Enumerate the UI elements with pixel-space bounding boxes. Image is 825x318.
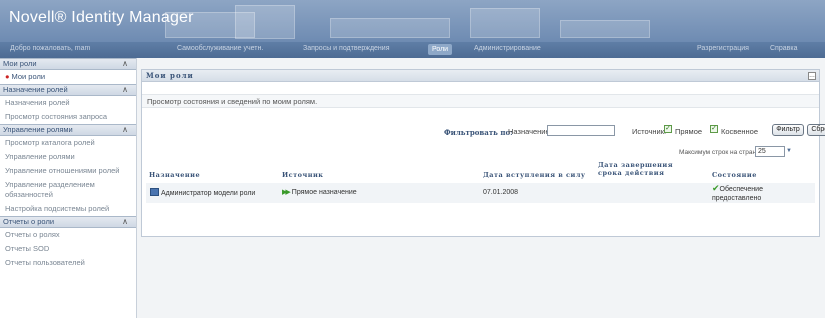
my-roles-panel: Мои роли … Просмотр состояния и сведений… bbox=[141, 69, 825, 237]
collapse-icon[interactable]: ∧ bbox=[122, 59, 128, 69]
panel-title: Мои роли bbox=[142, 70, 819, 82]
column-header-assignment[interactable]: Назначение bbox=[149, 171, 200, 179]
role-icon bbox=[150, 188, 159, 196]
direct-label: Прямое bbox=[675, 127, 703, 136]
assignment-name[interactable]: Администратор модели роли bbox=[161, 190, 255, 197]
section-title: Управление ролями bbox=[3, 125, 73, 134]
sidebar-item-role-reports[interactable]: Отчеты о ролях bbox=[0, 228, 136, 242]
status-cell: ✔Обеспечение предоставлено bbox=[712, 184, 812, 203]
assignment-cell[interactable]: Администратор модели роли bbox=[150, 188, 255, 198]
sidebar-section-role-management[interactable]: Управление ролями ∧ bbox=[0, 124, 136, 136]
collapse-icon[interactable]: ∧ bbox=[122, 125, 128, 135]
direct-checkbox[interactable]: ✓ bbox=[664, 125, 672, 133]
sidebar-section-my-roles[interactable]: Мои роли ∧ bbox=[0, 58, 136, 70]
panel-description: Просмотр состояния и сведений по моим ро… bbox=[142, 94, 819, 108]
indirect-checkbox[interactable]: ✓ bbox=[710, 125, 718, 133]
banner-decoration bbox=[560, 20, 650, 38]
max-rows-select[interactable]: 25 ▼ bbox=[755, 146, 792, 157]
tab-requests[interactable]: Запросы и подтверждения bbox=[303, 45, 390, 52]
welcome-text: Добро пожаловать, mam bbox=[10, 45, 91, 52]
indirect-label: Косвенное bbox=[721, 127, 758, 136]
sidebar: Мои роли ∧ ● Мои роли Назначение ролей ∧ … bbox=[0, 58, 137, 318]
chevron-down-icon[interactable]: ▼ bbox=[786, 147, 796, 156]
sidebar-item-role-assignments[interactable]: Назначения ролей bbox=[0, 96, 136, 110]
effective-date-cell: 07.01.2008 bbox=[483, 189, 519, 196]
max-rows-label: Максимум строк на странице bbox=[679, 149, 767, 156]
check-icon: ✔ bbox=[712, 183, 720, 193]
banner-decoration bbox=[235, 5, 295, 39]
column-header-status[interactable]: Состояние bbox=[712, 171, 757, 179]
sidebar-item-user-reports[interactable]: Отчеты пользователей bbox=[0, 256, 136, 270]
tab-self-service[interactable]: Самообслуживание учетн. bbox=[177, 45, 263, 52]
section-title: Назначение ролей bbox=[3, 85, 68, 94]
sidebar-item-sod[interactable]: Управление разделением обязанностей bbox=[0, 178, 136, 202]
sidebar-item-sod-reports[interactable]: Отчеты SOD bbox=[0, 242, 136, 256]
filter-button[interactable]: Фильтр bbox=[772, 124, 804, 136]
sidebar-item-label: Мои роли bbox=[11, 72, 46, 81]
direct-arrow-icon: ▶▶ bbox=[282, 189, 291, 196]
sidebar-item-manage-roles[interactable]: Управление ролями bbox=[0, 150, 136, 164]
sidebar-section-role-reports[interactable]: Отчеты о роли ∧ bbox=[0, 216, 136, 228]
panel-menu-icon[interactable]: … bbox=[808, 72, 816, 80]
filter-label: Фильтровать по: bbox=[444, 128, 513, 137]
logout-link[interactable]: Разрегистрация bbox=[697, 45, 749, 52]
banner-decoration bbox=[470, 8, 540, 38]
section-title: Мои роли bbox=[3, 59, 37, 68]
column-header-effective-date[interactable]: Дата вступления в силу bbox=[483, 171, 586, 179]
column-header-expiration-date[interactable]: Дата завершения срока действия bbox=[598, 161, 686, 177]
status-value: Обеспечение предоставлено bbox=[712, 186, 763, 202]
destination-label: Назначение bbox=[508, 127, 550, 136]
tab-administration[interactable]: Администрирование bbox=[474, 45, 541, 52]
bullet-icon: ● bbox=[5, 72, 10, 81]
table-row: Администратор модели роли ▶▶ Прямое назна… bbox=[146, 183, 815, 203]
sidebar-item-role-subsystem[interactable]: Настройка подсистемы ролей bbox=[0, 202, 136, 216]
collapse-icon[interactable]: ∧ bbox=[122, 217, 128, 227]
tab-roles[interactable]: Роли bbox=[428, 44, 453, 55]
collapse-icon[interactable]: ∧ bbox=[122, 85, 128, 95]
source-cell: ▶▶ Прямое назначение bbox=[282, 188, 357, 197]
source-value: Прямое назначение bbox=[291, 189, 357, 196]
sidebar-section-role-assignment[interactable]: Назначение ролей ∧ bbox=[0, 84, 136, 96]
column-header-source[interactable]: Источник bbox=[282, 171, 324, 179]
destination-filter-input[interactable] bbox=[547, 125, 615, 136]
banner-decoration bbox=[330, 18, 450, 38]
reset-button[interactable]: Сброс bbox=[807, 124, 825, 136]
sidebar-item-role-relationships[interactable]: Управление отношениями ролей bbox=[0, 164, 136, 178]
sidebar-item-my-roles[interactable]: ● Мои роли bbox=[0, 70, 136, 84]
help-link[interactable]: Справка bbox=[770, 45, 797, 52]
max-rows-value: 25 bbox=[758, 148, 766, 155]
header-banner: Novell® Identity Manager bbox=[0, 0, 825, 42]
section-title: Отчеты о роли bbox=[3, 217, 55, 226]
nav-bar: Добро пожаловать, mam Самообслуживание у… bbox=[0, 42, 825, 58]
sidebar-item-request-status[interactable]: Просмотр состояния запроса bbox=[0, 110, 136, 124]
sidebar-item-role-catalog[interactable]: Просмотр каталога ролей bbox=[0, 136, 136, 150]
source-label: Источник: bbox=[632, 127, 667, 136]
